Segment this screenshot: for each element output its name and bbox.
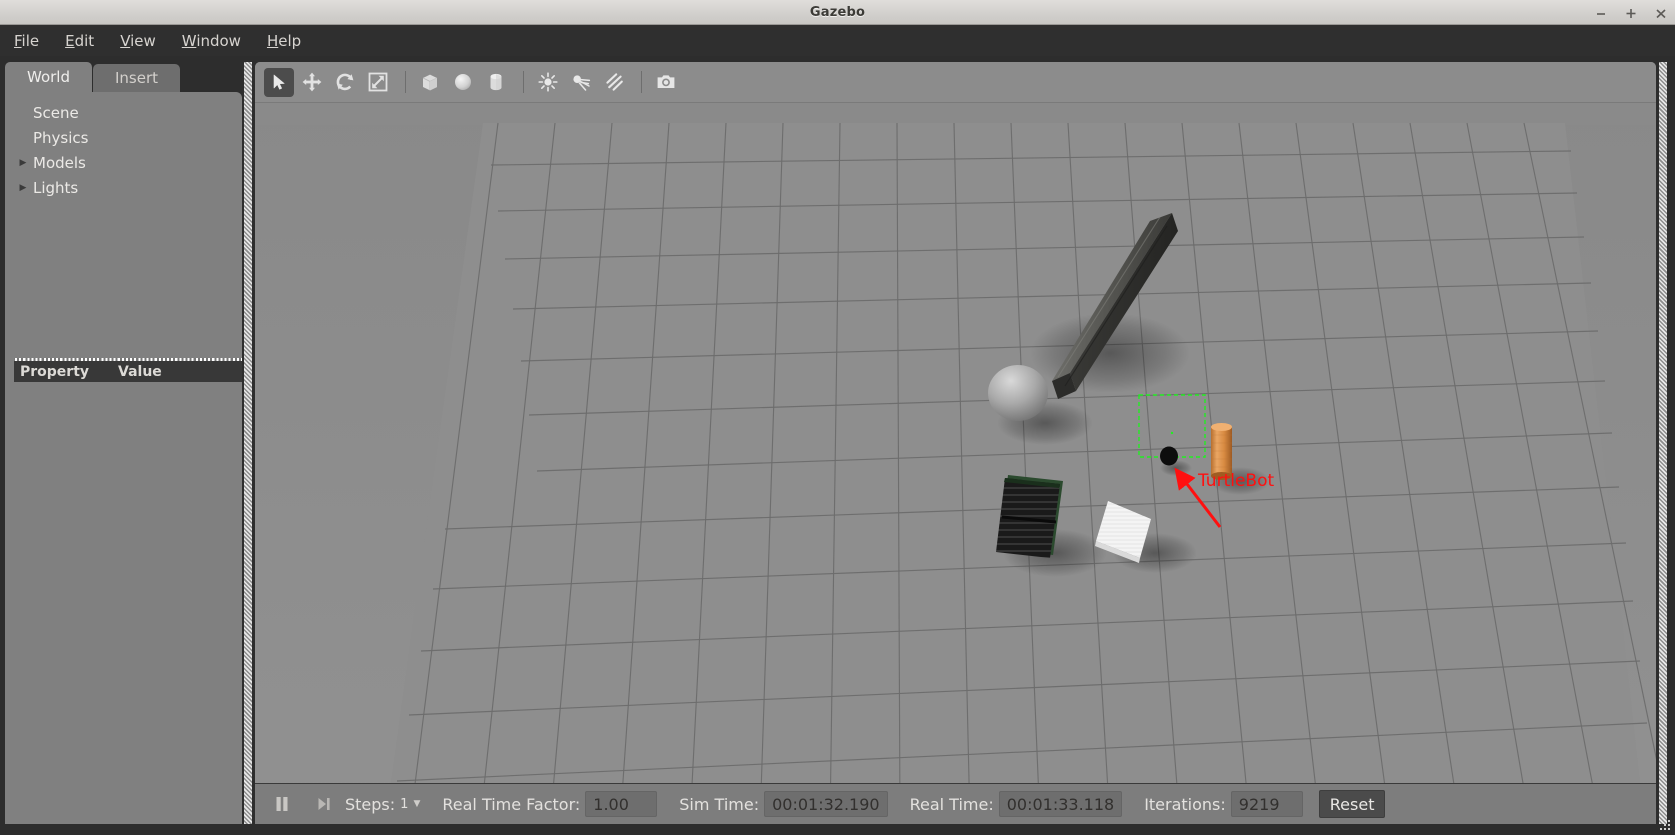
real-time-value: 00:01:33.118 [999,791,1122,817]
menu-help[interactable]: Help [265,30,303,52]
tree-item-models-label: Models [31,154,86,172]
tree-item-scene-label: Scene [31,104,79,122]
panel-tabs: World Insert [5,62,242,92]
scene-render[interactable]: TurtleBot [255,103,1656,824]
panel-splitter[interactable] [244,62,252,824]
resize-grip[interactable] [1658,818,1672,832]
sphere-object[interactable] [988,365,1048,421]
tab-insert-label: Insert [115,69,158,87]
gazebo-window: Gazebo File Edit View Window [0,0,1675,835]
steps-label: Steps: [345,795,395,814]
world-tree-panel: ▶ Scene ▶ Physics ▶ Models ▶ Lights Prop… [5,92,242,824]
sphere-shape-icon[interactable] [448,68,478,97]
point-light-icon[interactable] [533,68,563,97]
chevron-down-icon[interactable]: ▼ [413,799,420,809]
property-column-header: Property [14,364,118,380]
pause-button[interactable] [265,789,299,819]
turtlebot-annotation-label: TurtleBot [1197,471,1274,491]
sim-time-label: Sim Time: [679,795,759,814]
translate-mode-icon[interactable] [297,68,327,97]
menu-view[interactable]: View [118,30,158,52]
tree-item-scene[interactable]: ▶ Scene [5,100,242,125]
property-table-header: Property Value [14,358,242,382]
close-button[interactable] [1653,5,1669,21]
left-panel: World Insert ▶ Scene ▶ Physics ▶ Models [5,62,242,824]
title-bar: Gazebo [0,0,1675,25]
spot-light-icon[interactable] [566,68,596,97]
expand-arrow-icon[interactable]: ▶ [15,158,31,168]
rotate-mode-icon[interactable] [330,68,360,97]
maximize-button[interactable] [1623,5,1639,21]
turtlebot-object[interactable] [1160,447,1178,466]
value-column-header: Value [118,364,162,380]
select-mode-icon[interactable] [264,68,294,97]
menu-window[interactable]: Window [180,30,243,52]
window-controls [1593,0,1669,25]
tab-world-label: World [27,68,70,86]
real-time-label: Real Time: [910,795,994,814]
menu-edit[interactable]: Edit [63,30,96,52]
window-title: Gazebo [810,5,865,20]
minimize-button[interactable] [1593,5,1609,21]
iterations-label: Iterations: [1144,795,1226,814]
scale-mode-icon[interactable] [363,68,393,97]
viewport-3d[interactable]: TurtleBot [255,103,1656,824]
expand-arrow-icon[interactable]: ▶ [15,183,31,193]
screenshot-icon[interactable] [651,68,681,97]
steps-value: 1 [400,797,408,812]
box-shape-icon[interactable] [415,68,445,97]
real-time-factor-value: 1.00 [585,791,657,817]
right-splitter[interactable] [1659,62,1667,824]
toolbar-separator [523,71,524,93]
sim-time-value: 00:01:32.190 [764,791,887,817]
cylinder-shape-icon[interactable] [481,68,511,97]
world-tree: ▶ Scene ▶ Physics ▶ Models ▶ Lights [5,92,242,200]
directional-light-icon[interactable] [599,68,629,97]
toolbar-separator [405,71,406,93]
status-bar: Steps: 1 ▼ Real Time Factor: 1.00 Sim Ti… [255,783,1656,824]
toolbar-separator [641,71,642,93]
iterations-value: 9219 [1231,791,1303,817]
tree-item-lights-label: Lights [31,179,78,197]
tab-world[interactable]: World [5,62,92,92]
solar-panel-object[interactable] [996,475,1063,558]
real-time-factor-label: Real Time Factor: [442,795,580,814]
reset-button[interactable]: Reset [1319,790,1386,818]
render-area: TurtleBot [255,62,1656,824]
tab-insert[interactable]: Insert [93,64,180,92]
tree-item-physics[interactable]: ▶ Physics [5,125,242,150]
menu-file[interactable]: File [12,30,41,52]
tree-item-models[interactable]: ▶ Models [5,150,242,175]
tree-item-physics-label: Physics [31,129,88,147]
tree-item-lights[interactable]: ▶ Lights [5,175,242,200]
render-toolbar [255,62,1656,103]
step-forward-button[interactable] [307,789,341,819]
menu-bar: File Edit View Window Help [0,25,1675,56]
